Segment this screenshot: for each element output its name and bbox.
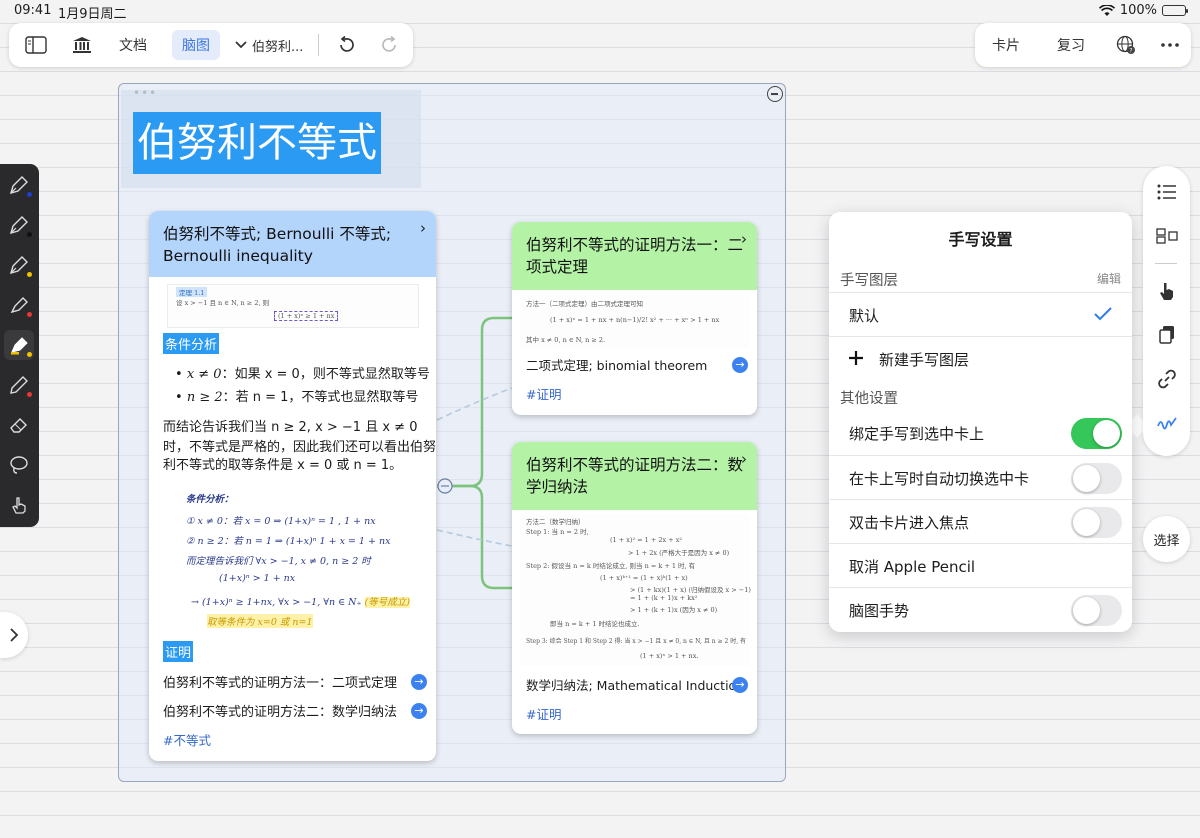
section-proof: 证明: [163, 641, 194, 662]
method2-thumb-line-11: Step 3: 综合 Step 1 和 Step 2 得: 当 x > −1 且…: [526, 638, 747, 645]
new-layer-label: 新建手写图层: [879, 351, 970, 369]
layout-icon[interactable]: [1154, 223, 1180, 249]
bind-row: 绑定手写到选中卡上: [829, 411, 1132, 455]
main-card-header: 伯努利不等式; Bernoulli 不等式; Bernoulli inequal…: [149, 211, 436, 277]
method1-card[interactable]: 伯努利不等式的证明方法一：二项式定理 › 方法一（二项式定理）由二项式定理可知 …: [512, 222, 757, 415]
bullet-1: • x ≠ 0：如果 x = 0，则不等式显然取等号: [175, 367, 430, 382]
handwriting-highlight: 取等条件为 x=0 或 n=1: [207, 614, 313, 628]
default-layer-label: 默认: [849, 307, 880, 325]
method2-thumb-line-1: 方法二（数学归纳）: [526, 518, 585, 526]
method2-thumb-line-10: 即当 n = k + 1 时结论也成立.: [550, 620, 640, 628]
chevron-right-icon[interactable]: ›: [420, 217, 426, 239]
method1-tag[interactable]: #证明: [526, 384, 561, 403]
hand-pointer-icon[interactable]: [1154, 278, 1180, 304]
autoswitch-toggle[interactable]: [1071, 463, 1122, 494]
handwriting-line-6: → (1+x)ⁿ ≥ 1+nx, ∀x > −1, ∀n ∈ N₊ (等号成立): [191, 597, 410, 608]
arrow-right-icon[interactable]: →: [411, 703, 427, 719]
select-button[interactable]: 选择: [1143, 516, 1190, 562]
chevron-right-icon[interactable]: ›: [741, 228, 747, 250]
autoswitch-label: 在卡上写时自动切换选中卡: [849, 470, 1030, 488]
bullet-2: • n ≥ 2：若 n = 1，不等式也显然取等号: [175, 390, 419, 405]
handwriting-line-2: ① x ≠ 0：若 x = 0 ⇒ (1+x)ⁿ = 1 , 1 + nx: [186, 516, 376, 527]
arrow-right-icon[interactable]: →: [411, 674, 427, 690]
layer-row-default[interactable]: 默认: [829, 292, 1132, 336]
method1-thumb-line-1: 方法一（二项式定理）由二项式定理可知: [526, 300, 643, 308]
method2-thumb-line-9: > 1 + (k + 1)x (因为 x ≠ 0): [630, 606, 718, 614]
new-layer-row[interactable]: 新建手写图层: [829, 336, 1132, 380]
theorem-line-1: 设 x > −1 且 n ∈ N, n ≥ 2, 则: [176, 299, 270, 307]
handwriting-settings-panel: 手写设置 手写图层 编辑 默认 新建手写图层 其他设置 绑定手写到选中卡上 在卡…: [829, 212, 1132, 632]
checkmark-icon: [1094, 307, 1112, 321]
handwriting-line-5: (1+x)ⁿ > 1 + nx: [219, 573, 296, 584]
chevron-right-icon[interactable]: ›: [741, 448, 747, 470]
outline-list-icon[interactable]: [1154, 179, 1180, 205]
handwriting-icon[interactable]: [1154, 410, 1180, 436]
doubletap-row: 双击卡片进入焦点: [829, 499, 1132, 543]
paragraph-line-2: 时，不等式是严格的，因此我们还可以看出伯努: [163, 440, 436, 455]
panel-title: 手写设置: [948, 230, 1013, 249]
method2-thumb-line-3: (1 + x)² = 1 + 2x + x²: [610, 536, 683, 544]
method2-title: 伯努利不等式的证明方法二：数学归纳法: [526, 456, 744, 496]
method2-card[interactable]: 伯努利不等式的证明方法二：数学归纳法 › 方法二（数学归纳） Step 1: 当…: [512, 442, 757, 734]
method1-subtitle: 二项式定理; binomial theorem: [526, 358, 708, 373]
gesture-toggle[interactable]: [1071, 595, 1122, 626]
bind-label: 绑定手写到选中卡上: [849, 425, 985, 443]
proof-link-1[interactable]: 伯努利不等式的证明方法一：二项式定理: [163, 672, 397, 691]
method2-thumb-line-6: (1 + x)ᵏ⁺¹ = (1 + x)ᵏ(1 + x): [600, 574, 688, 582]
copy-icon[interactable]: [1154, 322, 1180, 348]
card-tag[interactable]: #不等式: [163, 730, 211, 749]
layers-section-label: 手写图层: [840, 273, 898, 289]
proof-link-2[interactable]: 伯努利不等式的证明方法二：数学归纳法: [163, 701, 397, 720]
handwriting-line-4: 而定理告诉我们 ∀x > −1, x ≠ 0, n ≥ 2 时: [186, 556, 371, 567]
plus-icon: [849, 351, 863, 365]
toolbar-divider: [1155, 263, 1177, 264]
method1-thumb-line-3: 其中 x ≠ 0, n ∈ N, n ≥ 2.: [526, 336, 606, 344]
cancel-pencil-label: 取消 Apple Pencil: [849, 558, 976, 576]
theorem-thumbnail[interactable]: 定理 1.1 设 x > −1 且 n ∈ N, n ≥ 2, 则 (1 + x…: [167, 284, 419, 328]
method1-thumbnail[interactable]: 方法一（二项式定理）由二项式定理可知 (1 + x)ⁿ = 1 + nx + n…: [520, 294, 749, 348]
autoswitch-row: 在卡上写时自动切换选中卡: [829, 455, 1132, 499]
method2-thumb-line-2: Step 1: 当 n = 2 时,: [526, 528, 589, 536]
main-card[interactable]: 伯努利不等式; Bernoulli 不等式; Bernoulli inequal…: [149, 211, 436, 761]
arrow-right-icon[interactable]: →: [732, 677, 748, 693]
method1-title: 伯努利不等式的证明方法一：二项式定理: [526, 236, 744, 276]
doubletap-label: 双击卡片进入焦点: [849, 514, 970, 532]
section-condition: 条件分析: [163, 333, 220, 354]
paragraph-line-3: 利不等式的取等条件是 x = 0 或 n = 1。: [163, 458, 403, 473]
method2-thumbnail[interactable]: 方法二（数学归纳） Step 1: 当 n = 2 时, (1 + x)² = …: [520, 514, 751, 666]
method2-tag[interactable]: #证明: [526, 704, 561, 723]
doubletap-toggle[interactable]: [1071, 507, 1122, 538]
handwriting-line-1: 条件分析：: [186, 494, 234, 505]
link-icon[interactable]: [1154, 366, 1180, 392]
right-toolbar: [1143, 166, 1190, 456]
method2-thumb-line-4: > 1 + 2x (严格大于是因为 x ≠ 0): [628, 549, 730, 557]
cancel-pencil-row[interactable]: 取消 Apple Pencil: [829, 543, 1132, 587]
method2-thumb-line-7: > (1 + kx)(1 + x) (归纳假设及 x > −1): [630, 586, 751, 594]
method1-thumb-line-2: (1 + x)ⁿ = 1 + nx + n(n−1)/2! x² + ··· +…: [550, 316, 720, 324]
method2-card-header: 伯努利不等式的证明方法二：数学归纳法 ›: [512, 442, 757, 510]
gesture-row: 脑图手势: [829, 587, 1132, 631]
method2-subtitle: 数学归纳法; Mathematical Induction: [526, 678, 745, 693]
edit-layers-button[interactable]: 编辑: [1097, 270, 1121, 287]
method2-thumb-line-8: = 1 + (k + 1)x + kx²: [630, 594, 698, 602]
method1-card-header: 伯努利不等式的证明方法一：二项式定理 ›: [512, 222, 757, 290]
main-card-title: 伯努利不等式; Bernoulli 不等式; Bernoulli inequal…: [163, 225, 392, 265]
paragraph-line-1: 而结论告诉我们当 n ≥ 2, x > −1 且 x ≠ 0: [163, 420, 418, 435]
bind-toggle[interactable]: [1071, 418, 1122, 449]
arrow-right-icon[interactable]: →: [732, 357, 748, 373]
handwriting-line-3: ② n ≥ 2：若 n = 1 ⇒ (1+x)ⁿ 1 + x = 1 + nx: [186, 536, 391, 547]
other-section-label: 其他设置: [840, 391, 898, 407]
method2-thumb-line-12: (1 + x)ⁿ > 1 + nx.: [640, 652, 699, 660]
theorem-line-2: (1 + x)ⁿ ≥ 1 + nx: [274, 311, 339, 321]
method2-thumb-line-5: Step 2: 假设当 n = k 时结论成立, 则当 n = k + 1 时,…: [526, 562, 696, 570]
gesture-label: 脑图手势: [849, 602, 910, 620]
theorem-tag: 定理 1.1: [176, 287, 208, 297]
